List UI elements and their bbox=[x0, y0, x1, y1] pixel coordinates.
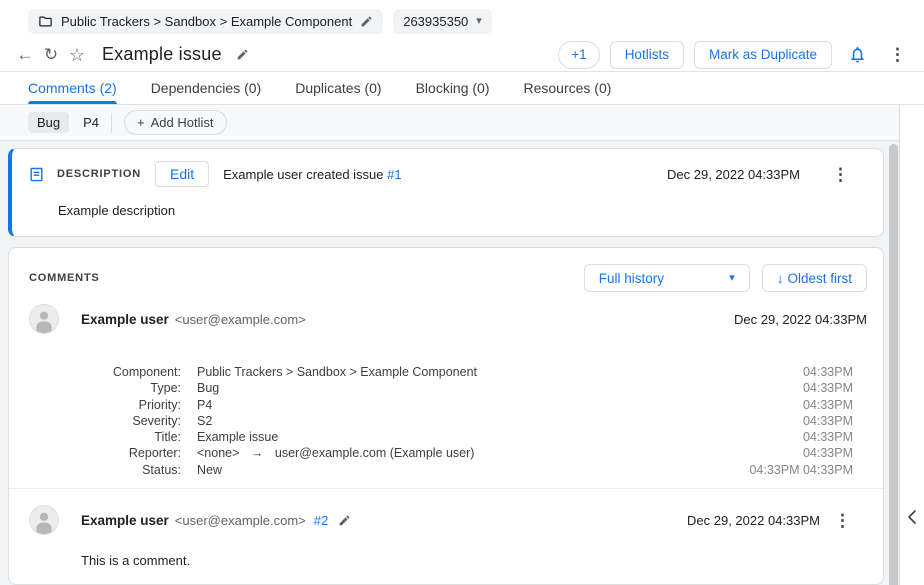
comments-card: COMMENTS Full history ▾ ↓ Oldest first bbox=[8, 247, 884, 585]
issue-id: 263935350 bbox=[403, 14, 468, 29]
field-row-status: Status: New 04:33PM 04:33PM bbox=[29, 462, 867, 478]
comment-2-author-line: Example user <user@example.com> #2 bbox=[81, 512, 351, 528]
issue-ref-link[interactable]: #1 bbox=[387, 167, 401, 182]
tab-dependencies[interactable]: Dependencies (0) bbox=[151, 72, 262, 104]
refresh-icon[interactable]: ↻ bbox=[38, 46, 64, 63]
comment-2-menu-icon[interactable]: ⋮ bbox=[830, 512, 855, 529]
comments-header: COMMENTS Full history ▾ ↓ Oldest first bbox=[29, 264, 867, 292]
comment-2-date: Dec 29, 2022 04:33PM bbox=[687, 513, 820, 528]
reporter-change: <none> → user@example.com (Example user) bbox=[197, 445, 474, 461]
overflow-menu-icon[interactable]: ⋮ bbox=[885, 46, 910, 63]
plus-icon: + bbox=[137, 115, 145, 130]
author-email: <user@example.com> bbox=[175, 513, 306, 528]
mark-as-duplicate-button[interactable]: Mark as Duplicate bbox=[694, 41, 832, 69]
add-hotlist-label: Add Hotlist bbox=[151, 115, 214, 130]
comment-2-body: This is a comment. bbox=[81, 553, 867, 568]
header-row-breadcrumb: Public Trackers > Sandbox > Example Comp… bbox=[0, 0, 924, 38]
created-by-text: Example user created issue #1 bbox=[223, 167, 402, 182]
field-change-table: Component: Public Trackers > Sandbox > E… bbox=[29, 364, 867, 478]
header: Public Trackers > Sandbox > Example Comp… bbox=[0, 0, 924, 72]
field-row-component: Component: Public Trackers > Sandbox > E… bbox=[29, 364, 867, 380]
hotlists-button[interactable]: Hotlists bbox=[610, 41, 684, 69]
tab-duplicates[interactable]: Duplicates (0) bbox=[295, 72, 381, 104]
author-name: Example user bbox=[81, 312, 169, 327]
comment-2: Example user <user@example.com> #2 Dec 2… bbox=[29, 489, 867, 568]
sort-order-button[interactable]: ↓ Oldest first bbox=[762, 264, 867, 292]
comment-1: Example user <user@example.com> Dec 29, … bbox=[29, 304, 867, 478]
comment-1-author-line: Example user <user@example.com> bbox=[81, 312, 306, 327]
field-row-severity: Severity: S2 04:33PM bbox=[29, 413, 867, 429]
chevron-down-icon: ▾ bbox=[476, 16, 482, 27]
breadcrumb-text: Public Trackers > Sandbox > Example Comp… bbox=[61, 14, 352, 29]
arrow-right-icon: → bbox=[251, 446, 264, 460]
edit-title-icon[interactable] bbox=[236, 48, 249, 61]
expand-panel-chevron-icon[interactable] bbox=[907, 510, 917, 524]
comment-ref-link[interactable]: #2 bbox=[314, 513, 328, 528]
description-header: DESCRIPTION Edit Example user created is… bbox=[28, 161, 867, 187]
divider bbox=[111, 113, 112, 133]
document-icon bbox=[28, 166, 45, 183]
issue-content-pane: Bug P4 + Add Hotlist DESCRIPTION Edit bbox=[0, 105, 900, 585]
edit-comment-icon[interactable] bbox=[338, 514, 351, 530]
chips-band: Bug P4 + Add Hotlist bbox=[0, 105, 899, 141]
author-name: Example user bbox=[81, 513, 169, 528]
description-card: DESCRIPTION Edit Example user created is… bbox=[8, 148, 884, 237]
edit-description-button[interactable]: Edit bbox=[155, 161, 209, 187]
sort-order-label: Oldest first bbox=[787, 271, 852, 286]
field-row-title: Title: Example issue 04:33PM bbox=[29, 429, 867, 445]
comment-1-header: Example user <user@example.com> Dec 29, … bbox=[29, 304, 867, 334]
priority-chip[interactable]: P4 bbox=[83, 115, 99, 130]
right-panel-rail bbox=[900, 105, 924, 585]
comments-label: COMMENTS bbox=[29, 272, 100, 284]
tab-bar: Comments (2) Dependencies (0) Duplicates… bbox=[0, 72, 924, 105]
tab-comments[interactable]: Comments (2) bbox=[28, 72, 117, 104]
avatar bbox=[29, 304, 59, 334]
avatar bbox=[29, 505, 59, 535]
header-actions: +1 Hotlists Mark as Duplicate ⋮ bbox=[558, 41, 910, 69]
breadcrumb[interactable]: Public Trackers > Sandbox > Example Comp… bbox=[28, 9, 383, 34]
add-hotlist-button[interactable]: + Add Hotlist bbox=[124, 110, 226, 135]
header-row-title: ← ↻ ☆ Example issue +1 Hotlists Mark as … bbox=[0, 38, 924, 71]
description-body: Example description bbox=[58, 203, 867, 218]
page-title: Example issue bbox=[102, 44, 222, 65]
author-email: <user@example.com> bbox=[175, 312, 306, 327]
main-area: Bug P4 + Add Hotlist DESCRIPTION Edit bbox=[0, 105, 924, 585]
description-label: DESCRIPTION bbox=[57, 168, 141, 180]
comment-1-date: Dec 29, 2022 04:33PM bbox=[734, 312, 867, 327]
comments-controls: Full history ▾ ↓ Oldest first bbox=[584, 264, 867, 292]
issue-tracker-app: Public Trackers > Sandbox > Example Comp… bbox=[0, 0, 924, 585]
vertical-scrollbar[interactable] bbox=[889, 144, 898, 585]
chevron-down-icon: ▾ bbox=[729, 273, 735, 284]
plus-one-button[interactable]: +1 bbox=[558, 41, 599, 69]
arrow-down-icon: ↓ bbox=[777, 271, 784, 285]
field-row-reporter: Reporter: <none> → user@example.com (Exa… bbox=[29, 445, 867, 461]
history-filter-select[interactable]: Full history ▾ bbox=[584, 264, 750, 292]
star-icon[interactable]: ☆ bbox=[64, 46, 90, 64]
edit-component-icon[interactable] bbox=[360, 15, 373, 28]
tab-blocking[interactable]: Blocking (0) bbox=[416, 72, 490, 104]
issue-type-chip[interactable]: Bug bbox=[28, 112, 69, 133]
comment-2-header: Example user <user@example.com> #2 Dec 2… bbox=[29, 505, 867, 535]
notifications-bell-icon[interactable] bbox=[848, 45, 867, 64]
back-icon[interactable]: ← bbox=[12, 46, 38, 63]
field-row-type: Type: Bug 04:33PM bbox=[29, 380, 867, 396]
field-row-priority: Priority: P4 04:33PM bbox=[29, 397, 867, 413]
description-date: Dec 29, 2022 04:33PM bbox=[667, 167, 800, 182]
folder-icon bbox=[38, 14, 53, 29]
issue-id-dropdown[interactable]: 263935350 ▾ bbox=[393, 9, 492, 34]
history-filter-value: Full history bbox=[599, 271, 664, 286]
tab-resources[interactable]: Resources (0) bbox=[524, 72, 612, 104]
description-menu-icon[interactable]: ⋮ bbox=[828, 166, 853, 183]
